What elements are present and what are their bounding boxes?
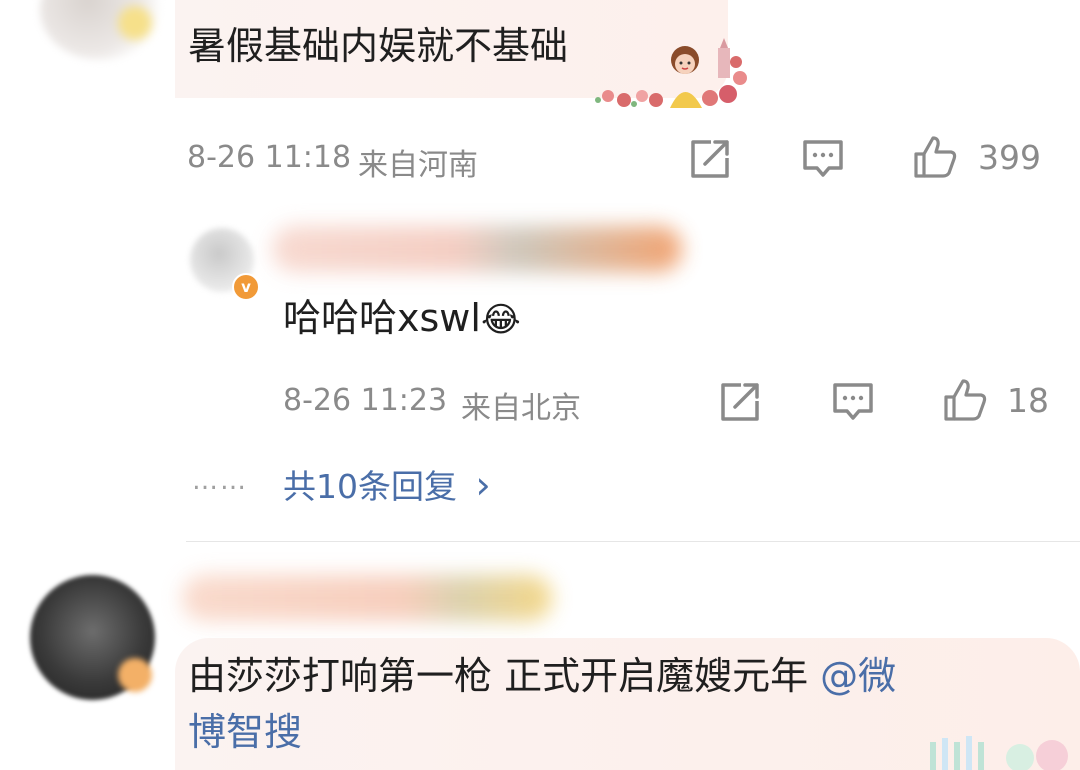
reply-username-blurred[interactable] bbox=[272, 226, 682, 272]
reply-text-content: 哈哈哈xswl bbox=[283, 296, 481, 340]
thumbs-up-icon[interactable] bbox=[942, 377, 988, 423]
username-blurred[interactable] bbox=[182, 575, 552, 621]
chevron-right-icon: › bbox=[475, 463, 491, 507]
princess-sticker-icon bbox=[595, 38, 747, 108]
comment-icon[interactable] bbox=[800, 136, 846, 182]
sticker-decoration-icon bbox=[930, 736, 1068, 770]
comment-text: 由莎莎打响第一枪 正式开启魔嫂元年 bbox=[188, 654, 821, 698]
divider bbox=[186, 541, 1080, 542]
comment-icon[interactable] bbox=[830, 379, 876, 425]
comment-text-line1: 由莎莎打响第一枪 正式开启魔嫂元年 @微 bbox=[188, 648, 896, 704]
like-count: 399 bbox=[978, 138, 1041, 177]
mention-link[interactable]: 博智搜 bbox=[188, 704, 302, 760]
comment-text: 暑假基础内娱就不基础 bbox=[188, 24, 569, 68]
reply-text: 哈哈哈xswl😂 bbox=[283, 290, 521, 348]
avatar[interactable] bbox=[40, 0, 160, 60]
comment-timestamp: 8-26 11:18 bbox=[187, 140, 352, 175]
comment-location: 来自河南 bbox=[358, 148, 478, 183]
like-count: 18 bbox=[1007, 381, 1049, 420]
mention-link[interactable]: @微 bbox=[820, 654, 896, 698]
ellipsis: …… bbox=[192, 466, 248, 496]
view-more-replies-link[interactable]: 共10条回复 › bbox=[283, 460, 491, 508]
reply-location: 来自北京 bbox=[461, 391, 581, 426]
more-replies-label: 共10条回复 bbox=[283, 467, 457, 506]
share-icon[interactable] bbox=[717, 379, 763, 425]
thumbs-up-icon[interactable] bbox=[912, 134, 958, 180]
verified-badge: v bbox=[232, 273, 260, 301]
laughing-emoji-icon: 😂 bbox=[480, 300, 521, 340]
user-badge-icon bbox=[118, 658, 152, 692]
reply-timestamp: 8-26 11:23 bbox=[283, 383, 448, 418]
share-icon[interactable] bbox=[687, 136, 733, 182]
